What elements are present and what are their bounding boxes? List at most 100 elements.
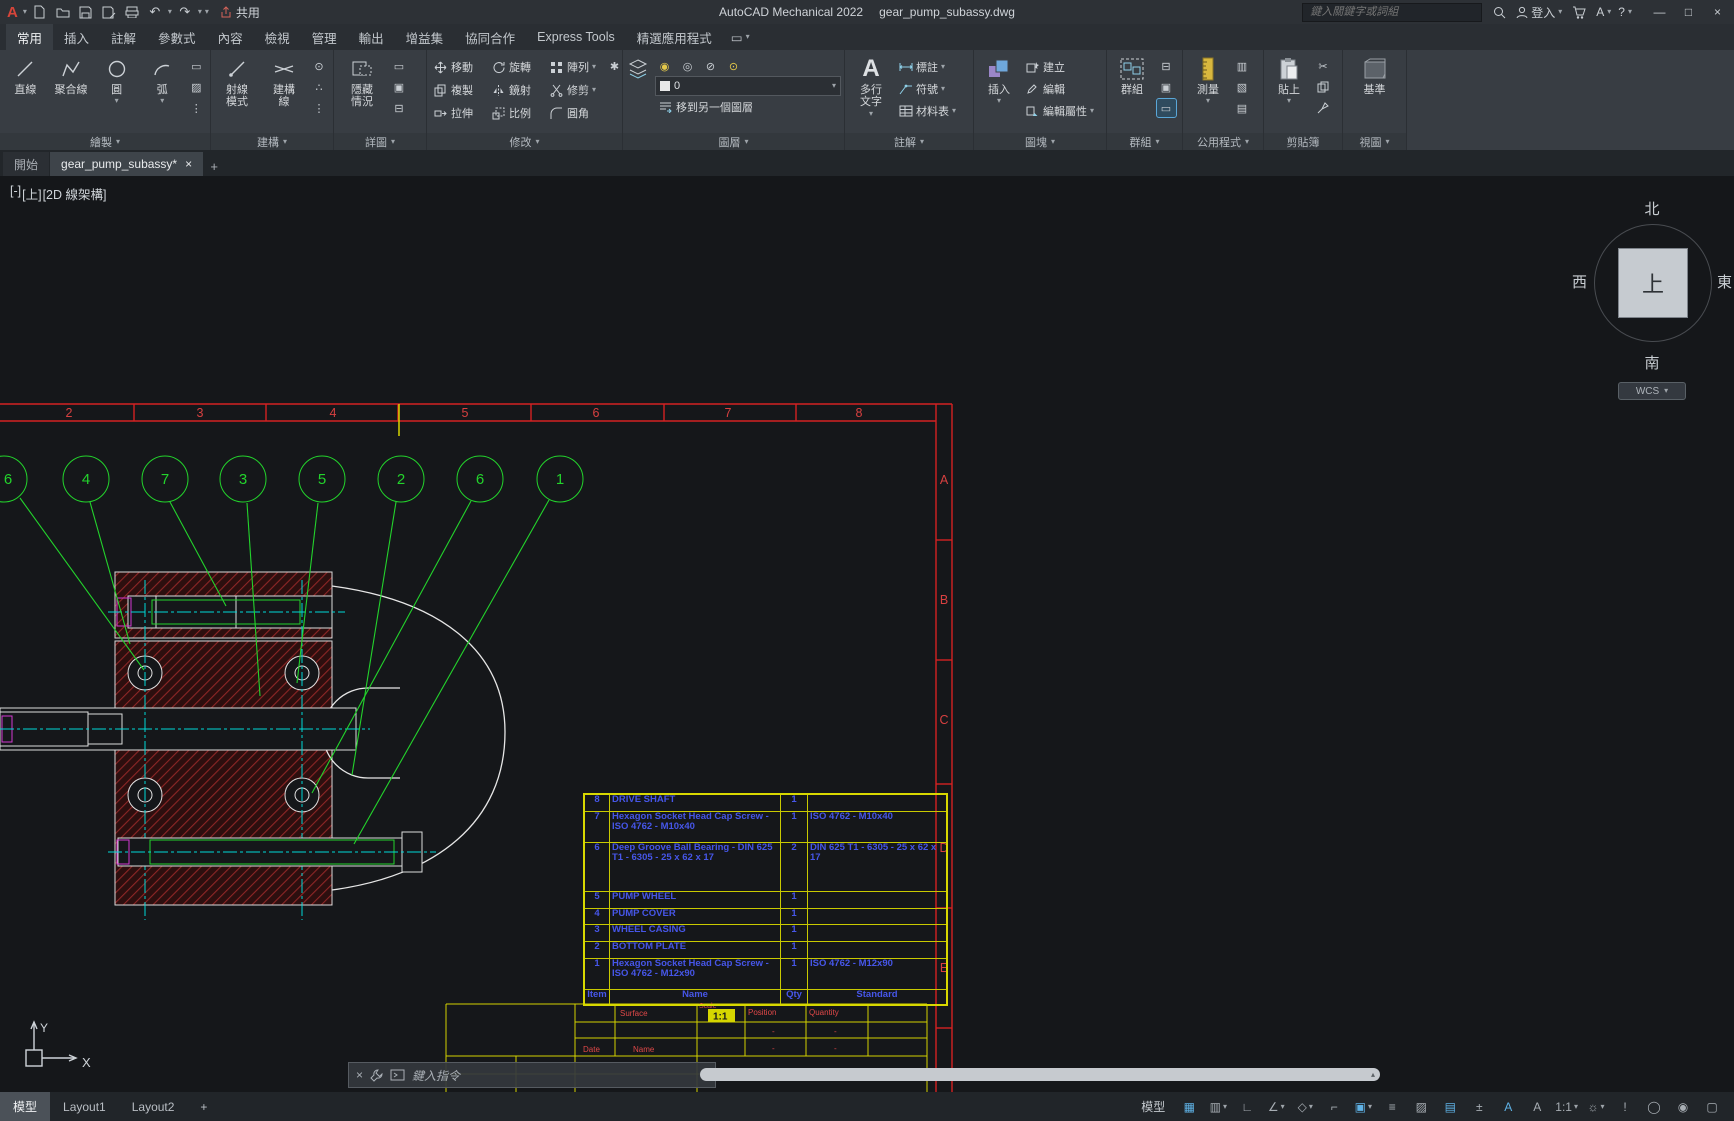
layer-lock-button[interactable]: ⊘	[701, 57, 720, 75]
app-menu-caret-icon[interactable]: ▾	[23, 8, 27, 16]
copy-clip-button[interactable]	[1314, 78, 1333, 96]
panel-title-groups[interactable]: 群組▾	[1107, 133, 1182, 150]
layer-freeze-button[interactable]: ◎	[678, 57, 697, 75]
viewport-view-control[interactable]: [上]	[22, 184, 41, 203]
search-input[interactable]	[1308, 5, 1476, 19]
quick-select-button[interactable]: ▧	[1233, 78, 1252, 96]
construct-more-button[interactable]: ⋮	[310, 99, 329, 117]
panel-title-clipboard[interactable]: 剪貼簿	[1264, 133, 1342, 150]
command-line[interactable]: × 鍵入指令	[348, 1062, 716, 1088]
hidden-situation-button[interactable]: 隱藏情況	[337, 52, 387, 133]
point-tool-button[interactable]: ⊙	[310, 57, 329, 75]
save-as-button[interactable]	[99, 2, 119, 22]
dynamic-input-icon[interactable]: ±	[1465, 1096, 1493, 1118]
clean-screen-icon[interactable]: ▢	[1698, 1096, 1726, 1118]
paste-button[interactable]: 貼上 ▾	[1267, 52, 1311, 133]
layer-dropdown[interactable]: 0 ▾	[655, 76, 841, 96]
trim-button[interactable]: 修剪▾	[546, 79, 604, 101]
copy-button[interactable]: 複製	[430, 79, 488, 101]
signin-button[interactable]: 登入 ▾	[1516, 4, 1562, 21]
polar-tracking-icon[interactable]: ∠▾	[1262, 1096, 1290, 1118]
explode-button[interactable]: ✱	[605, 57, 624, 75]
layer-isolate-button[interactable]: ⊙	[724, 57, 743, 75]
new-drawing-tab-button[interactable]: +	[204, 156, 224, 176]
rotate-button[interactable]: 旋轉	[488, 56, 546, 78]
ribbon-tab-content[interactable]: 內容	[207, 24, 254, 50]
command-customize-icon[interactable]	[370, 1069, 383, 1082]
autoscale-icon[interactable]: A	[1523, 1096, 1551, 1118]
dimension-button[interactable]: 標註▾	[895, 56, 959, 78]
create-block-button[interactable]: 建立	[1022, 56, 1097, 78]
plot-button[interactable]	[122, 2, 142, 22]
viewcube-west[interactable]: 西	[1572, 271, 1587, 292]
ribbon-tab-express-tools[interactable]: Express Tools	[526, 24, 626, 50]
edit-attributes-button[interactable]: 編輯屬性▾	[1022, 100, 1097, 122]
polyline-button[interactable]: 聚合線	[49, 52, 94, 133]
hatch-tool-button[interactable]: ▨	[187, 78, 206, 96]
mtext-button[interactable]: A 多行文字 ▾	[848, 52, 894, 133]
share-button[interactable]: 共用	[220, 4, 260, 21]
ray-mode-button[interactable]: 射線模式	[214, 52, 260, 133]
bom-button[interactable]: 材料表▾	[895, 100, 959, 122]
panel-title-view[interactable]: 視圖▾	[1343, 133, 1406, 150]
cart-icon[interactable]	[1569, 2, 1589, 22]
arc-button[interactable]: 弧 ▾	[140, 52, 185, 133]
layer-off-button[interactable]: ◉	[655, 57, 674, 75]
ribbon-tab-collaborate[interactable]: 協同合作	[454, 24, 526, 50]
ribbon-tab-home[interactable]: 常用	[6, 24, 53, 50]
minimize-button[interactable]: —	[1645, 0, 1674, 24]
snap-icon[interactable]: ▥▾	[1204, 1096, 1232, 1118]
save-button[interactable]	[76, 2, 96, 22]
grid-icon[interactable]: ▦	[1175, 1096, 1203, 1118]
panel-title-construct[interactable]: 建構▾	[211, 133, 333, 150]
panel-title-annotation[interactable]: 註解▾	[845, 133, 973, 150]
move-to-layer-button[interactable]: 移到另一個圖層	[655, 96, 841, 118]
redo-caret-icon[interactable]: ▾	[198, 8, 202, 16]
rectangle-tool-button[interactable]: ▭	[187, 57, 206, 75]
viewcube-south[interactable]: 南	[1570, 352, 1734, 373]
workspace-icon[interactable]: ☼▾	[1582, 1096, 1610, 1118]
isodraft-icon[interactable]: ◇▾	[1291, 1096, 1319, 1118]
measure-button[interactable]: 測量 ▾	[1186, 52, 1230, 133]
ribbon-tab-output[interactable]: 輸出	[348, 24, 395, 50]
detail-tool-2-button[interactable]: ▣	[390, 78, 409, 96]
panel-title-block[interactable]: 圖塊▾	[974, 133, 1106, 150]
ribbon-tab-insert[interactable]: 插入	[53, 24, 100, 50]
command-prompt[interactable]: 鍵入指令	[412, 1067, 460, 1084]
base-view-button[interactable]: 基準	[1353, 52, 1397, 133]
scale-button[interactable]: 比例	[488, 102, 546, 124]
insert-block-button[interactable]: 插入 ▾	[977, 52, 1021, 133]
layout-tab-layout2[interactable]: Layout2	[119, 1092, 188, 1121]
selection-cycling-icon[interactable]: ▤	[1436, 1096, 1464, 1118]
object-snap-tracking-icon[interactable]: ⌐	[1320, 1096, 1348, 1118]
redo-button[interactable]: ↷	[175, 2, 195, 22]
panel-title-modify[interactable]: 修改▾	[427, 133, 622, 150]
layout-tab-layout1[interactable]: Layout1	[50, 1092, 119, 1121]
ribbon-tab-parametric[interactable]: 參數式	[147, 24, 207, 50]
graphics-performance-icon[interactable]: ◉	[1669, 1096, 1697, 1118]
search-icon[interactable]	[1489, 2, 1509, 22]
group-selection-toggle[interactable]: ▭	[1157, 99, 1176, 117]
ortho-icon[interactable]: ∟	[1233, 1096, 1261, 1118]
help-button[interactable]: ?▾	[1618, 5, 1632, 19]
ribbon-options-button[interactable]: ▭▾	[723, 24, 758, 50]
array-button[interactable]: 陣列▾	[546, 56, 604, 78]
maximize-button[interactable]: □	[1674, 0, 1703, 24]
circle-button[interactable]: 圓 ▾	[94, 52, 139, 133]
mirror-button[interactable]: 鏡射	[488, 79, 546, 101]
ribbon-tab-annotate[interactable]: 註解	[100, 24, 147, 50]
new-layout-button[interactable]: +	[187, 1092, 220, 1121]
command-close-icon[interactable]: ×	[356, 1068, 363, 1082]
ungroup-button[interactable]: ⊟	[1157, 57, 1176, 75]
object-snap-icon[interactable]: ▣▾	[1349, 1096, 1377, 1118]
ribbon-tab-manage[interactable]: 管理	[301, 24, 348, 50]
group-button[interactable]: 群組	[1110, 52, 1154, 133]
symbol-button[interactable]: 符號▾	[895, 78, 959, 100]
construction-line-button[interactable]: 建構線	[261, 52, 307, 133]
divide-tool-button[interactable]: ∴	[310, 78, 329, 96]
transparency-icon[interactable]: ▨	[1407, 1096, 1435, 1118]
viewcube[interactable]: 北 西 東 南 上 WCS▾	[1570, 196, 1734, 410]
drawing-canvas[interactable]: 2 3 4 5 6 7 8 A B C D E	[0, 176, 1734, 1092]
group-edit-button[interactable]: ▣	[1157, 78, 1176, 96]
ribbon-tab-view[interactable]: 檢視	[254, 24, 301, 50]
